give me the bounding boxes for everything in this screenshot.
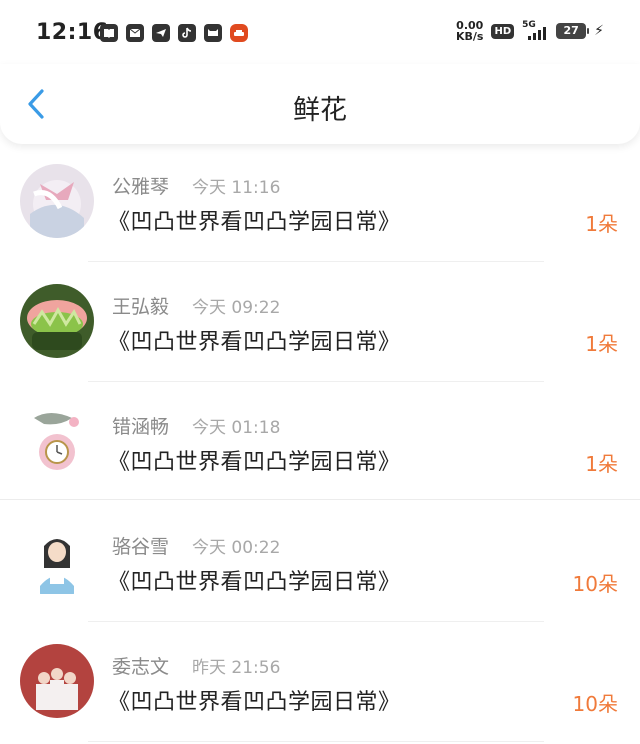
tiktok-icon: [178, 24, 196, 42]
flower-count: 1朵: [585, 452, 618, 476]
list-item[interactable]: 公雅琴 今天 11:16 《凹凸世界看凹凸学园日常》 1朵: [0, 142, 640, 262]
send-time: 今天 09:22: [192, 298, 281, 318]
mail-icon: [126, 24, 144, 42]
sender-name: 公雅琴: [112, 176, 170, 198]
flower-count: 1朵: [585, 212, 618, 236]
flower-count: 1朵: [585, 332, 618, 356]
send-time: 今天 00:22: [192, 538, 281, 558]
network-speed: 0.00 KB/s: [456, 20, 483, 42]
sender-name: 委志文: [112, 656, 170, 678]
book-title[interactable]: 《凹凸世界看凹凸学园日常》: [108, 204, 401, 236]
system-status: 0.00 KB/s HD 5G 27 ⚡: [456, 20, 604, 42]
list-item[interactable]: 错涵畅 今天 01:18 《凹凸世界看凹凸学园日常》 1朵: [0, 382, 640, 502]
book-title[interactable]: 《凹凸世界看凹凸学园日常》: [108, 564, 401, 596]
avatar[interactable]: [20, 164, 94, 238]
sender-name: 错涵畅: [112, 416, 170, 438]
notification-icons: [100, 24, 248, 42]
book-title[interactable]: 《凹凸世界看凹凸学园日常》: [108, 684, 401, 716]
page-title: 鲜花: [293, 95, 347, 126]
list-item[interactable]: 骆谷雪 今天 00:22 《凹凸世界看凹凸学园日常》 10朵: [0, 502, 640, 622]
divider: [88, 741, 544, 742]
sender-name: 骆谷雪: [112, 536, 170, 558]
sender-name: 王弘毅: [112, 296, 170, 318]
book-title[interactable]: 《凹凸世界看凹凸学园日常》: [108, 444, 401, 476]
list-item[interactable]: 委志文 昨天 21:56 《凹凸世界看凹凸学园日常》 10朵: [0, 622, 640, 742]
status-time: 12:16: [36, 20, 109, 45]
network-speed-unit: KB/s: [456, 30, 484, 43]
avatar[interactable]: [20, 524, 94, 598]
header-bar: 鲜花: [0, 64, 640, 144]
signal-icon: 5G: [522, 20, 548, 40]
send-time: 今天 11:16: [192, 178, 281, 198]
list-item[interactable]: 王弘毅 今天 09:22 《凹凸世界看凹凸学园日常》 1朵: [0, 262, 640, 382]
hd-badge: HD: [491, 23, 515, 39]
status-bar: 12:16 0.00 KB/s HD 5G 27 ⚡: [0, 0, 640, 64]
book-icon: [100, 24, 118, 42]
cat-icon: [204, 24, 222, 42]
charging-icon: ⚡: [594, 23, 604, 39]
avatar[interactable]: [20, 284, 94, 358]
flower-list: 公雅琴 今天 11:16 《凹凸世界看凹凸学园日常》 1朵 王弘毅 今天 09:…: [0, 142, 640, 742]
section-divider: [0, 499, 640, 500]
avatar[interactable]: [20, 404, 94, 478]
telegram-icon: [152, 24, 170, 42]
battery-icon: 27: [556, 23, 590, 39]
book-title[interactable]: 《凹凸世界看凹凸学园日常》: [108, 324, 401, 356]
flower-count: 10朵: [572, 572, 618, 596]
avatar[interactable]: [20, 644, 94, 718]
send-time: 今天 01:18: [192, 418, 281, 438]
flower-count: 10朵: [572, 692, 618, 716]
car-icon: [230, 24, 248, 42]
send-time: 昨天 21:56: [192, 658, 281, 678]
